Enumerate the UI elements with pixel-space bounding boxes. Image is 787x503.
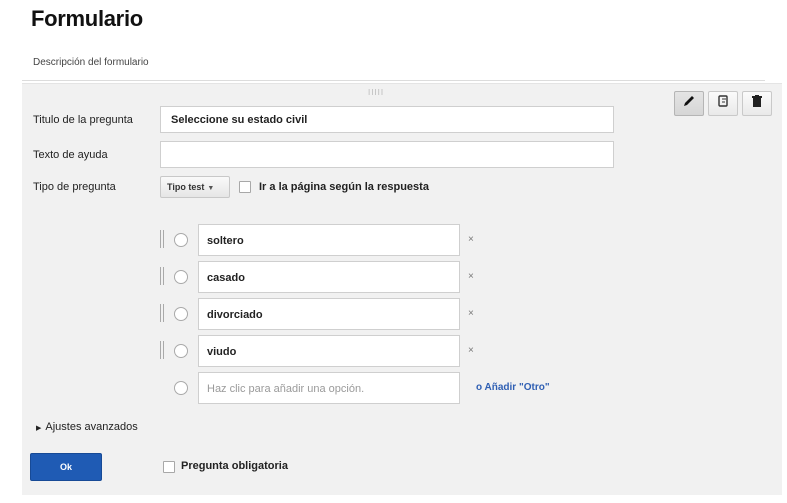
remove-option-button[interactable]: × [468,308,474,319]
drag-grip-icon[interactable] [160,267,164,285]
form-editor-page: Formulario Descripción del formulario II… [0,0,787,503]
advanced-settings-label: Ajustes avanzados [45,421,138,433]
jump-to-page-label: Ir a la página según la respuesta [259,181,429,193]
option-input[interactable]: casado [198,261,460,293]
add-option-input[interactable]: Haz clic para añadir una opción. [198,372,460,404]
trash-icon [750,94,764,113]
add-other-link[interactable]: o Añadir "Otro" [476,382,550,393]
question-title-input[interactable]: Seleccione su estado civil [160,106,614,133]
question-type-label: Tipo de pregunta [33,181,116,193]
option-row: casado × [160,261,580,293]
remove-option-button[interactable]: × [468,271,474,282]
drag-grip-icon[interactable] [160,230,164,248]
option-input[interactable]: soltero [198,224,460,256]
chevron-down-icon: ▼ [207,185,215,192]
remove-option-button[interactable]: × [468,345,474,356]
radio-icon [174,344,188,358]
drag-grip-icon[interactable] [160,341,164,359]
required-checkbox[interactable] [163,461,175,473]
form-description[interactable]: Descripción del formulario [33,57,149,68]
form-title[interactable]: Formulario [31,6,143,32]
option-row: divorciado × [160,298,580,330]
radio-icon [174,307,188,321]
edit-button[interactable] [674,91,704,116]
option-input[interactable]: viudo [198,335,460,367]
copy-icon [716,94,730,113]
advanced-settings-toggle[interactable]: ▶ Ajustes avanzados [36,421,138,433]
question-type-value: Tipo test [167,182,205,192]
option-row: viudo × [160,335,580,367]
jump-to-page-checkbox[interactable] [239,181,251,193]
question-editor-panel: IIIII Titulo de la pregunta Seleccione s… [22,83,782,495]
question-title-label: Titulo de la pregunta [33,114,133,126]
option-row: soltero × [160,224,580,256]
drag-handle[interactable]: IIIII [368,88,384,97]
radio-icon [174,381,188,395]
radio-icon [174,270,188,284]
option-input[interactable]: divorciado [198,298,460,330]
drag-grip-icon[interactable] [160,304,164,322]
remove-option-button[interactable]: × [468,234,474,245]
duplicate-button[interactable] [708,91,738,116]
caret-right-icon: ▶ [36,425,42,432]
help-text-input[interactable] [160,141,614,168]
ok-button[interactable]: Ok [30,453,102,481]
radio-icon [174,233,188,247]
question-toolbar [674,91,772,116]
pencil-icon [682,94,696,113]
help-text-label: Texto de ayuda [33,149,108,161]
add-option-row: Haz clic para añadir una opción. o Añadi… [160,372,580,404]
required-label: Pregunta obligatoria [181,460,288,472]
question-type-select[interactable]: Tipo test ▼ [160,176,230,198]
header-divider [22,80,765,81]
delete-button[interactable] [742,91,772,116]
